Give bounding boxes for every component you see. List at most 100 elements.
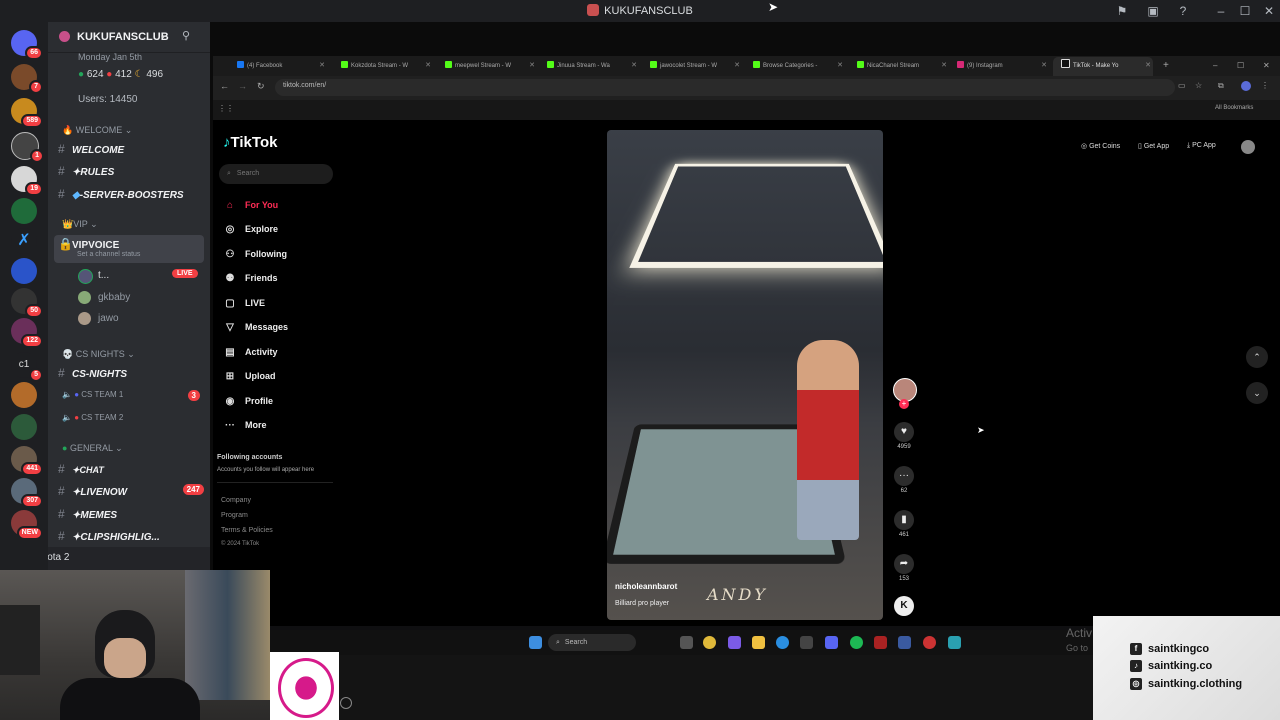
steam-icon[interactable] bbox=[898, 636, 911, 649]
close-tab-icon[interactable]: ✕ bbox=[837, 59, 843, 73]
tab-tiktok-active[interactable]: TikTok - Make Yo ✕ bbox=[1061, 59, 1151, 73]
footer-program[interactable]: Program bbox=[221, 512, 248, 519]
url-field[interactable] bbox=[275, 79, 1175, 96]
close-icon[interactable]: ✕ bbox=[1261, 3, 1277, 19]
get-app-button[interactable]: ▯ Get App bbox=[1138, 142, 1169, 150]
profile-avatar[interactable] bbox=[1241, 81, 1251, 91]
close-tab-icon[interactable]: ✕ bbox=[734, 59, 740, 73]
category-welcome[interactable]: 🔥 WELCOME ⌄ bbox=[62, 125, 132, 136]
voice-user[interactable]: t... bbox=[78, 269, 109, 284]
channel-memes[interactable]: # ✦MEMES bbox=[58, 507, 117, 521]
server-header[interactable]: KUKUFANSCLUB ⌄ ⚲ bbox=[48, 22, 210, 53]
voice-user[interactable]: gkbaby bbox=[78, 291, 130, 304]
activity-bar[interactable] bbox=[48, 547, 210, 570]
follow-plus-icon[interactable]: + bbox=[899, 399, 909, 409]
inbox-flag-icon[interactable]: ⚑ bbox=[1114, 3, 1130, 19]
add-friend-icon[interactable]: ⚲ bbox=[182, 29, 190, 42]
server-icon[interactable] bbox=[11, 198, 37, 224]
get-coins-button[interactable]: ◎ Get Coins bbox=[1081, 142, 1120, 150]
server-icon[interactable]: 589 bbox=[11, 98, 43, 128]
nav-profile[interactable]: ◉ Profile bbox=[223, 396, 273, 407]
new-tab-icon[interactable]: + bbox=[1163, 59, 1169, 73]
close-icon[interactable]: ✕ bbox=[1263, 59, 1270, 73]
nav-activity[interactable]: ▤ Activity bbox=[223, 347, 277, 358]
comment-action[interactable]: ··· 62 bbox=[893, 466, 915, 494]
music-disc-icon[interactable]: K bbox=[894, 596, 914, 616]
apps-icon[interactable]: ⋮⋮ bbox=[218, 104, 234, 113]
server-icon[interactable]: 50 bbox=[11, 288, 43, 318]
tab-kick-2[interactable]: meepwel Stream - W ✕ bbox=[445, 59, 535, 73]
server-icon[interactable]: 1 bbox=[11, 132, 44, 163]
server-icon[interactable]: NEW bbox=[11, 510, 43, 540]
server-icon[interactable]: 441 bbox=[11, 446, 43, 476]
nav-friends[interactable]: ⚉ Friends bbox=[223, 273, 278, 284]
nav-more[interactable]: ··· More bbox=[223, 420, 267, 431]
channel-clips[interactable]: # ✦CLIPSHIGHLIG... bbox=[58, 529, 160, 543]
star-icon[interactable]: ☆ bbox=[1195, 81, 1202, 90]
tab-kick-3[interactable]: Jinuua Stream - Wa ✕ bbox=[547, 59, 637, 73]
nav-upload[interactable]: ⊞ Upload bbox=[223, 371, 276, 382]
all-bookmarks[interactable]: All Bookmarks bbox=[1215, 105, 1253, 111]
app-icon[interactable] bbox=[923, 636, 936, 649]
server-icon[interactable]: c1 5 bbox=[11, 352, 43, 382]
tiktok-logo[interactable]: ♪TikTok bbox=[223, 134, 277, 151]
save-action[interactable]: ▮ 461 bbox=[893, 510, 915, 538]
tab-kick-6[interactable]: NicaChanel Stream ✕ bbox=[857, 59, 947, 73]
tab-kick-1[interactable]: Kokzdota Stream - W ✕ bbox=[341, 59, 431, 73]
tab-kick-4[interactable]: jawocolet Stream - W ✕ bbox=[650, 59, 740, 73]
search-input[interactable]: ⌕ Search bbox=[219, 164, 333, 184]
tab-kick-5[interactable]: Browse Categories - ✕ bbox=[753, 59, 843, 73]
video-player[interactable]: nicholeannbarot Billiard pro player ANDY bbox=[607, 130, 883, 620]
extensions-icon[interactable]: ⧉ bbox=[1218, 81, 1224, 91]
server-home[interactable]: 66 bbox=[11, 30, 43, 60]
scroll-up-button[interactable]: ⌃ bbox=[1246, 346, 1268, 368]
close-tab-icon[interactable]: ✕ bbox=[941, 59, 947, 73]
server-icon[interactable]: 122 bbox=[11, 318, 43, 348]
discord-icon[interactable] bbox=[825, 636, 838, 649]
close-tab-icon[interactable]: ✕ bbox=[529, 59, 535, 73]
close-tab-icon[interactable]: ✕ bbox=[631, 59, 637, 73]
maximize-icon[interactable]: ☐ bbox=[1237, 59, 1244, 73]
taskbar-search[interactable]: ⌕ Search bbox=[548, 634, 636, 651]
channel-status[interactable]: Set a channel status bbox=[77, 251, 140, 258]
spotify-icon[interactable] bbox=[850, 636, 863, 649]
server-icon[interactable]: 307 bbox=[11, 478, 43, 508]
store-icon[interactable] bbox=[800, 636, 813, 649]
close-tab-icon[interactable]: ✕ bbox=[1041, 59, 1047, 73]
channel-rules[interactable]: # ✦RULES bbox=[58, 164, 114, 178]
video-username[interactable]: nicholeannbarot bbox=[615, 582, 677, 591]
channel-welcome[interactable]: # WELCOME bbox=[58, 142, 124, 156]
channel-cs-team-1[interactable]: 🔈 ● CS TEAM 1 bbox=[62, 390, 123, 399]
channel-livenow[interactable]: # ✦LIVENOW bbox=[58, 484, 127, 498]
nav-for-you[interactable]: ⌂ For You bbox=[223, 200, 278, 211]
server-icon[interactable] bbox=[11, 382, 37, 408]
edge-icon[interactable] bbox=[776, 636, 789, 649]
explorer-icon[interactable] bbox=[752, 636, 765, 649]
server-icon[interactable] bbox=[11, 414, 37, 440]
menu-icon[interactable]: ⋮ bbox=[1261, 81, 1269, 90]
minimize-icon[interactable]: – bbox=[1213, 3, 1229, 19]
app-icon[interactable] bbox=[874, 636, 887, 649]
channel-vipvoice[interactable]: 🔒VIPVOICE bbox=[58, 237, 119, 251]
minimize-icon[interactable]: – bbox=[1213, 59, 1217, 73]
voice-user[interactable]: jawo bbox=[78, 312, 119, 325]
channel-chat[interactable]: # ✦CHAT bbox=[58, 462, 104, 476]
help-icon[interactable]: ? bbox=[1175, 3, 1191, 19]
footer-company[interactable]: Company bbox=[221, 497, 251, 504]
channel-cs-team-2[interactable]: 🔈 ● CS TEAM 2 bbox=[62, 413, 123, 422]
close-tab-icon[interactable]: ✕ bbox=[1145, 59, 1151, 73]
nav-live[interactable]: ▢ LIVE bbox=[223, 298, 265, 309]
footer-terms[interactable]: Terms & Policies bbox=[221, 527, 273, 534]
reload-icon[interactable]: ↻ bbox=[257, 81, 265, 92]
nav-following[interactable]: ⚇ Following bbox=[223, 249, 287, 260]
back-icon[interactable]: ← bbox=[220, 81, 229, 91]
category-vip[interactable]: 👑VIP ⌄ bbox=[62, 219, 98, 230]
close-tab-icon[interactable]: ✕ bbox=[425, 59, 431, 73]
maximize-icon[interactable]: ☐ bbox=[1237, 3, 1253, 19]
server-icon[interactable]: 7 bbox=[11, 64, 43, 94]
category-cs-nights[interactable]: 💀 CS NIGHTS ⌄ bbox=[62, 349, 135, 360]
server-icon[interactable]: ✗ bbox=[11, 228, 37, 254]
nav-explore[interactable]: ◎ Explore bbox=[223, 224, 278, 235]
channel-server-boosters[interactable]: # ◆-SERVER-BOOSTERS bbox=[58, 187, 184, 201]
profile-avatar[interactable] bbox=[1241, 140, 1255, 154]
